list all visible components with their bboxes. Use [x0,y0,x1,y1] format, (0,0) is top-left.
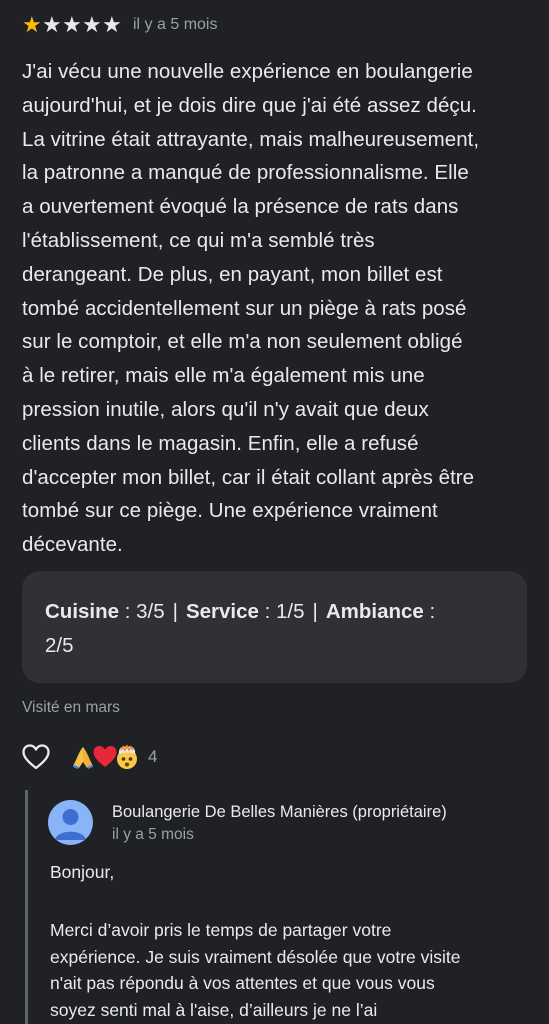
star-icon-filled: ★ [22,12,42,37]
visited-date: Visité en mars [22,699,120,716]
reactions-row: 4 [22,740,157,774]
exploding-head-icon [117,744,137,769]
star-icon-empty: ★ [42,12,62,37]
reply-body: Merci d’avoir pris le temps de partager … [50,920,461,1020]
cuisine-label: Cuisine [45,600,120,623]
service-label: Service [185,600,259,623]
star-rating: ★ ★ ★ ★ ★ [22,12,122,37]
reaction-emojis[interactable] [70,744,137,770]
person-icon [55,809,86,840]
reply-greeting: Bonjour, [50,862,115,882]
star-icon-empty: ★ [82,12,102,37]
heart-icon[interactable] [22,744,50,770]
star-icon-empty: ★ [102,12,122,37]
ambiance-value-line2: 2/5 [45,634,74,657]
service-value: : 1/5 [258,600,305,623]
star-icon-empty: ★ [62,12,82,37]
ambiance-label: Ambiance [325,600,424,623]
owner-name[interactable]: Boulangerie De Belles Manières (propriét… [112,803,447,822]
owner-reply: Boulangerie De Belles Manières (propriét… [25,790,549,1024]
ambiance-value: : [423,600,436,623]
avatar [48,800,93,845]
review-time-ago: il y a 5 mois [133,16,218,33]
owner-reply-time-ago: il y a 5 mois [112,826,194,843]
review-text: J'ai vécu une nouvelle expérience en bou… [22,60,480,557]
cuisine-value: : 3/5 [119,600,165,623]
subratings-card: Cuisine : 3/5 | Service : 1/5 | Ambiance : 2/… [22,571,527,683]
reaction-count: 4 [148,747,158,766]
separator: | [312,600,318,623]
separator: | [172,600,178,623]
review-rating-row: ★ ★ ★ ★ ★ il y a 5 mois [22,12,217,38]
